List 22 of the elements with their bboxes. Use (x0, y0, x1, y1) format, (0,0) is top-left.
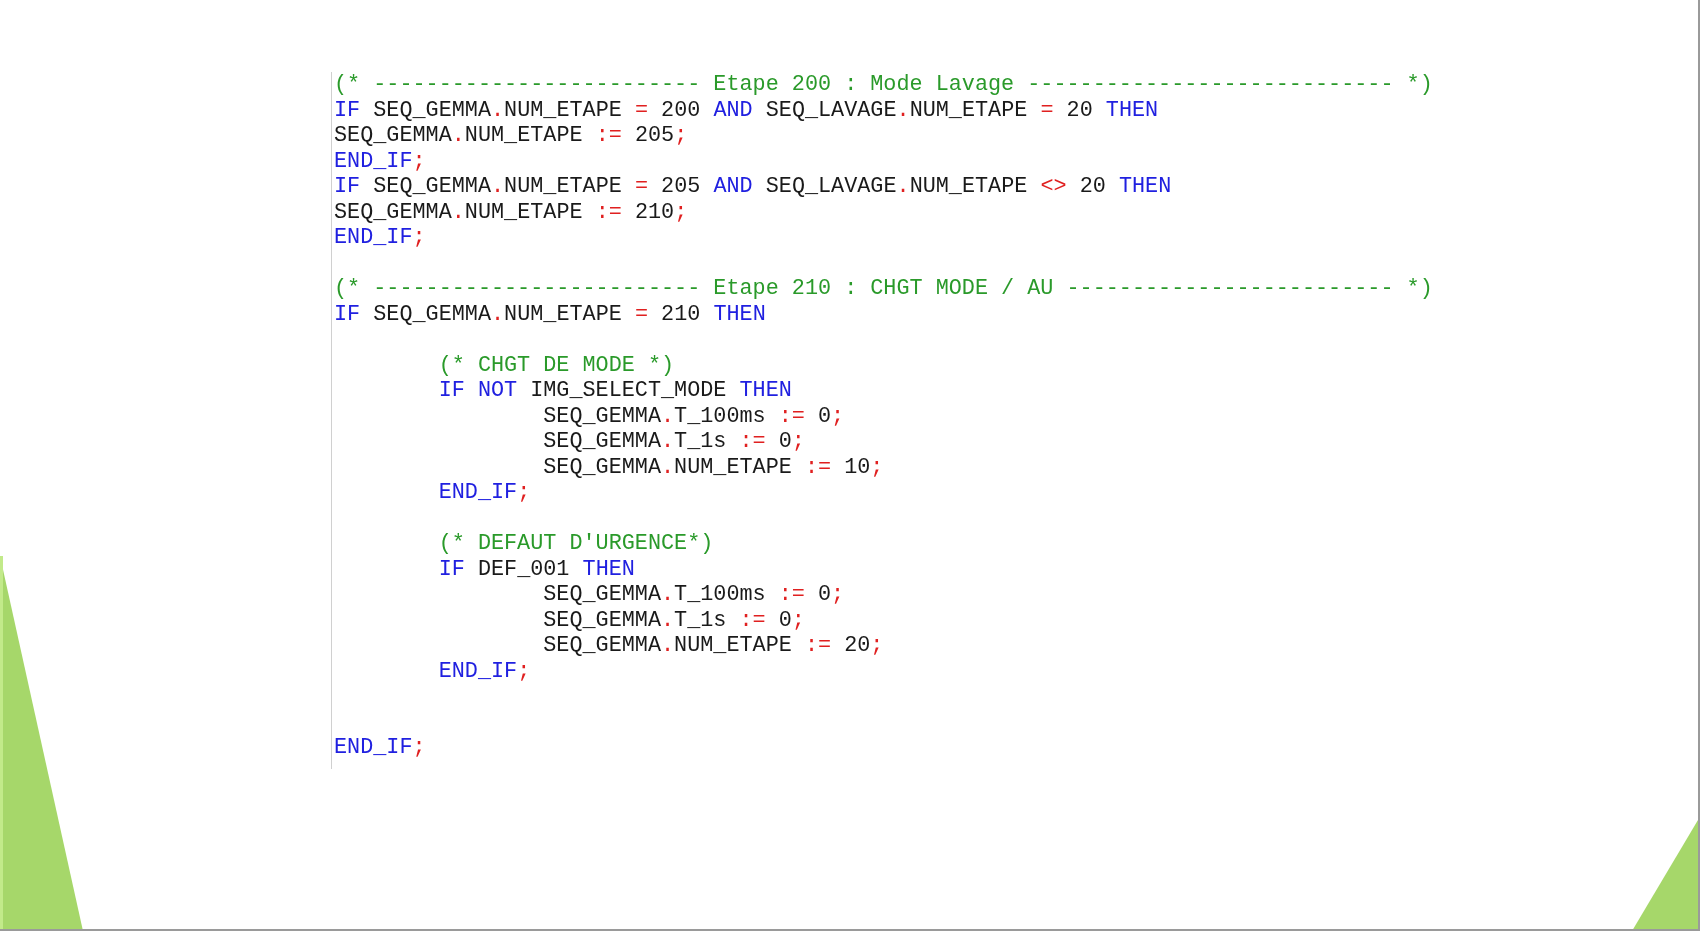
code-line: SEQ_GEMMA.T_1s := 0; (542, 429, 805, 455)
code-line: IF SEQ_GEMMA.NUM_ETAPE = 205 AND SEQ_LAVAGE.NUM_ETAPE <> 20 THEN (334, 174, 1172, 200)
code-line: IF SEQ_GEMMA.NUM_ETAPE = 210 THEN (334, 301, 766, 327)
code-line: (* ------------------------- Etape 200 : Mode Lavage ---------------------------- *) (334, 72, 1433, 98)
code-line: END_IF; (334, 735, 426, 761)
code-line: SEQ_GEMMA.NUM_ETAPE := 10; (542, 454, 884, 480)
code-line: IF SEQ_GEMMA.NUM_ETAPE = 200 AND SEQ_LAVAGE.NUM_ETAPE = 20 THEN (334, 97, 1159, 123)
code-line: (* CHGT DE MODE *) (437, 352, 675, 378)
code-line: SEQ_GEMMA.NUM_ETAPE := 205; (334, 123, 688, 149)
code-line: IF DEF_001 THEN (437, 556, 635, 582)
code-line: END_IF; (437, 480, 531, 506)
code-line: SEQ_GEMMA.NUM_ETAPE := 20; (542, 633, 884, 659)
code-line: END_IF; (334, 225, 426, 251)
code-line: SEQ_GEMMA.T_100ms := 0; (542, 582, 845, 608)
code-line: SEQ_GEMMA.T_1s := 0; (542, 607, 805, 633)
code-line: END_IF; (334, 148, 426, 174)
code-line: END_IF; (437, 658, 531, 684)
code-line: SEQ_GEMMA.T_100ms := 0; (542, 403, 845, 429)
code-line: (* ------------------------- Etape 210 : CHGT MODE / AU ------------------------- *) (334, 276, 1433, 302)
code-line: SEQ_GEMMA.NUM_ETAPE := 210; (334, 199, 688, 225)
code-line: (* DEFAUT D'URGENCE*) (437, 531, 714, 557)
code-line: IF NOT IMG_SELECT_MODE THEN (437, 378, 792, 404)
